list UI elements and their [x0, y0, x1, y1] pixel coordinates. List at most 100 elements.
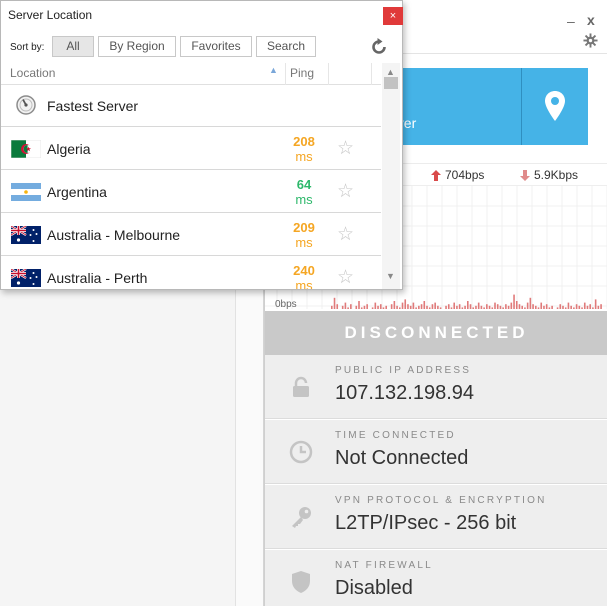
sort-search-tab[interactable]: Search [256, 36, 316, 57]
traffic-bar [412, 302, 415, 309]
traffic-bar [564, 307, 567, 309]
traffic-bar [562, 305, 564, 309]
traffic-bar [374, 302, 377, 309]
sort-all-tab[interactable]: All [52, 36, 94, 57]
traffic-bar [382, 307, 385, 309]
traffic-bar [456, 305, 458, 309]
traffic-bar [578, 305, 581, 309]
traffic-bar [404, 299, 407, 309]
location-button[interactable] [522, 68, 588, 145]
traffic-bar [447, 304, 450, 309]
map-pin-icon [545, 91, 565, 121]
scroll-up-arrow-icon[interactable]: ▲ [386, 67, 395, 77]
traffic-bar [480, 305, 483, 309]
server-location-popup: Server Location × Sort by: All By Region… [0, 0, 403, 290]
traffic-bar [399, 307, 401, 309]
traffic-bar [486, 304, 488, 309]
traffic-bar [467, 301, 469, 309]
fastest-server-label: Fastest Server [47, 98, 139, 114]
traffic-bar [360, 307, 363, 309]
ping-value: 209 [293, 220, 315, 235]
traffic-bar [379, 304, 382, 309]
traffic-bar [426, 305, 428, 309]
info-label: NAT FIREWALL [335, 560, 433, 571]
traffic-bar [355, 305, 358, 309]
ping-unit: ms [295, 192, 313, 207]
traffic-bar [437, 305, 439, 309]
refresh-icon[interactable] [369, 37, 389, 57]
traffic-bar [559, 304, 562, 309]
traffic-bar [458, 304, 461, 309]
server-row[interactable]: Australia - Melbourne 209 ms ☆ [1, 213, 381, 256]
traffic-bar [350, 304, 352, 309]
traffic-bar [464, 305, 466, 309]
ping-column-header[interactable]: Ping [290, 66, 314, 80]
favorite-star-icon[interactable]: ☆ [337, 225, 354, 245]
sort-by-region-tab[interactable]: By Region [98, 36, 176, 57]
traffic-bar [393, 301, 396, 309]
download-speed: 5.9Kbps [520, 168, 578, 182]
ping-value: 208 [293, 134, 315, 149]
server-row[interactable]: Argentina 64 ms ☆ [1, 170, 381, 213]
info-label: PUBLIC IP ADDRESS [335, 365, 472, 376]
traffic-bar [521, 305, 523, 309]
ping-unit: ms [295, 149, 313, 164]
column-separator [371, 63, 372, 85]
server-ping: 208 ms [284, 134, 324, 164]
server-row[interactable]: Australia - Perth 240 ms ☆ [1, 256, 381, 289]
server-row[interactable]: Algeria 208 ms ☆ [1, 127, 381, 170]
traffic-bar [358, 301, 360, 309]
server-name: Algeria [47, 141, 91, 157]
gear-icon[interactable] [583, 33, 598, 48]
sort-favorites-tab[interactable]: Favorites [180, 36, 252, 57]
favorite-star-icon[interactable]: ☆ [337, 139, 354, 159]
traffic-bar [589, 304, 591, 309]
traffic-bar [336, 304, 339, 309]
download-arrow-icon [520, 169, 530, 181]
traffic-bar [445, 305, 447, 309]
popup-close-button[interactable]: × [383, 7, 403, 25]
traffic-bar [594, 299, 597, 309]
traffic-bar [371, 307, 374, 309]
traffic-bar [341, 305, 344, 309]
traffic-bar [434, 302, 436, 309]
traffic-bar [600, 304, 602, 309]
location-column-header[interactable]: Location [10, 66, 55, 80]
scroll-thumb[interactable] [384, 77, 398, 89]
traffic-bar [390, 304, 393, 309]
scroll-down-arrow-icon[interactable]: ▼ [386, 271, 395, 281]
traffic-bar [592, 307, 594, 309]
traffic-bar [545, 304, 548, 309]
column-separator [285, 63, 286, 85]
favorite-star-icon[interactable]: ☆ [337, 182, 354, 202]
fastest-server-row[interactable]: Fastest Server [1, 85, 381, 127]
traffic-bar [543, 305, 545, 309]
favorite-star-icon[interactable]: ☆ [337, 268, 354, 288]
traffic-bar [423, 301, 426, 309]
australia-flag [11, 269, 41, 287]
close-button[interactable]: x [587, 13, 595, 27]
traffic-bar [510, 302, 513, 309]
traffic-bar [409, 305, 412, 309]
info-row-time-connected: TIME CONNECTED Not Connected [265, 420, 607, 484]
argentina-flag [11, 183, 41, 201]
server-ping: 64 ms [284, 177, 324, 207]
traffic-bar [420, 304, 423, 309]
minimize-button[interactable]: – [567, 14, 575, 28]
traffic-bar [518, 304, 521, 309]
server-ping: 209 ms [284, 220, 324, 250]
ping-value: 240 [293, 263, 315, 278]
traffic-bar [535, 305, 537, 309]
traffic-bar [461, 307, 464, 309]
popup-title: Server Location [8, 8, 93, 22]
traffic-bar [575, 304, 578, 309]
ping-unit: ms [295, 278, 313, 289]
algeria-flag [11, 140, 41, 158]
traffic-bar [502, 307, 504, 309]
time-connected-value: Not Connected [335, 447, 469, 469]
traffic-bar [366, 304, 368, 309]
server-list-scrollbar[interactable]: ▲ ▼ [382, 63, 400, 289]
traffic-bar [333, 297, 336, 309]
nat-firewall-value: Disabled [335, 577, 413, 599]
traffic-bar [344, 302, 347, 309]
